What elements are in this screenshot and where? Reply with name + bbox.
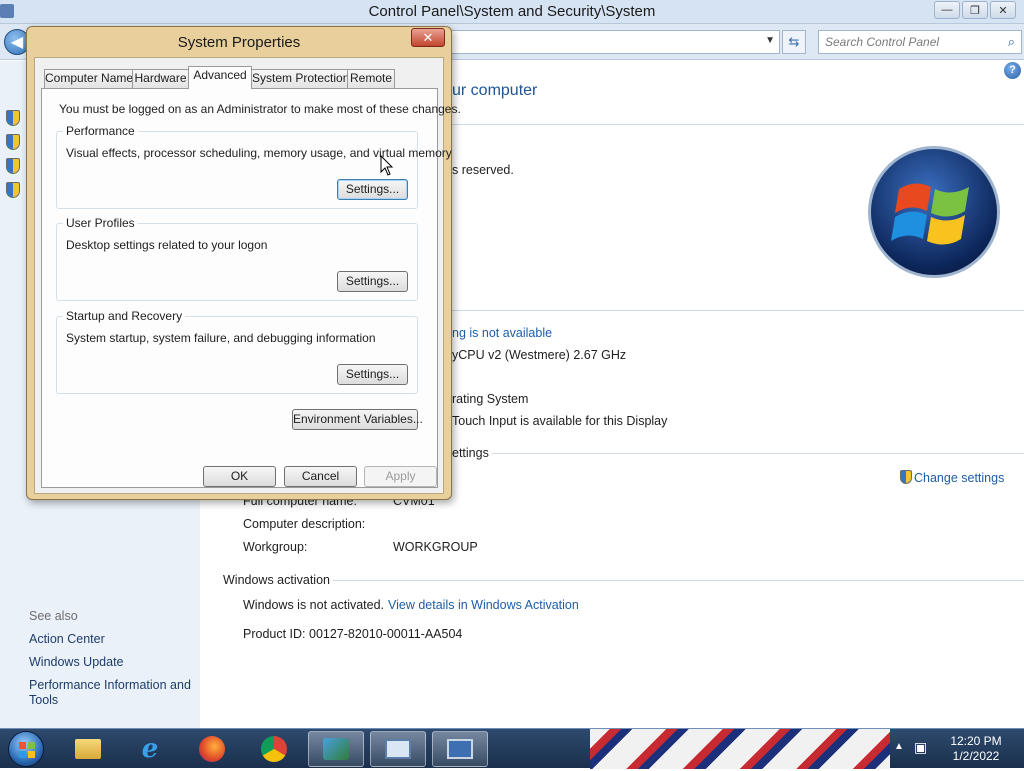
- control-panel-titlebar: Control Panel\System and Security\System…: [0, 0, 1024, 24]
- divider: [333, 580, 1024, 581]
- advanced-tab-panel: You must be logged on as an Administrato…: [41, 88, 461, 488]
- link-windows-update[interactable]: Windows Update: [29, 655, 124, 669]
- user-profiles-settings-button[interactable]: Settings...: [337, 271, 408, 292]
- link-performance-info-tools[interactable]: Tools: [29, 693, 58, 707]
- taskbar-chrome[interactable]: [246, 731, 302, 767]
- startup-recovery-desc: System startup, system failure, and debu…: [66, 331, 376, 345]
- ok-button[interactable]: OK: [203, 466, 276, 487]
- section-computer-name: ettings: [452, 446, 489, 460]
- startup-recovery-group: Startup and Recovery System startup, sys…: [56, 309, 418, 394]
- folder-icon: [75, 739, 101, 759]
- link-action-center[interactable]: Action Center: [29, 632, 105, 646]
- control-panel-icon: [323, 738, 349, 760]
- shield-icon: [6, 182, 20, 198]
- computer-icon: [447, 739, 473, 759]
- refresh-button[interactable]: ⇆: [782, 30, 806, 54]
- monitor-icon: [385, 739, 411, 759]
- user-profiles-title: User Profiles: [63, 216, 138, 230]
- dialog-title: System Properties: [177, 34, 301, 51]
- refresh-icon: ⇆: [788, 34, 800, 49]
- divider: [452, 124, 1024, 125]
- taskbar-app-monitor[interactable]: [370, 731, 426, 767]
- system-type-value: rating System: [452, 392, 529, 406]
- clock-time: 12:20 PM: [950, 734, 1002, 748]
- performance-group: Performance Visual effects, processor sc…: [56, 124, 452, 209]
- shield-icon: [6, 110, 20, 126]
- section-windows-activation: Windows activation: [223, 573, 330, 587]
- address-field[interactable]: ▼: [440, 30, 780, 54]
- taskbar-explorer[interactable]: [60, 731, 116, 767]
- divider: [452, 310, 1024, 311]
- clock-date: 1/2/2022: [952, 749, 1000, 763]
- show-hidden-icons-icon[interactable]: ▲: [894, 741, 904, 752]
- performance-title: Performance: [63, 124, 138, 138]
- taskbar-firefox[interactable]: [184, 731, 240, 767]
- network-icon[interactable]: ▣: [914, 739, 932, 757]
- taskbar-control-panel[interactable]: [308, 731, 364, 767]
- taskbar: e ▲ ▣ 12:20 PM 1/2/2022: [0, 728, 1024, 769]
- taskbar-system-properties[interactable]: [432, 731, 488, 767]
- mouse-cursor-icon: [380, 155, 394, 176]
- system-properties-dialog: System Properties ✕ Computer Name Hardwa…: [26, 26, 461, 500]
- maximize-button[interactable]: ❐: [962, 1, 988, 19]
- page-heading: ur computer: [452, 82, 538, 99]
- window-title: Control Panel\System and Security\System: [368, 3, 656, 20]
- activation-status: Windows is not activated.: [243, 598, 385, 612]
- performance-settings-button[interactable]: Settings...: [337, 179, 408, 200]
- search-input[interactable]: Search Control Panel ⌕: [818, 30, 1022, 54]
- windows-flag-icon: [891, 183, 969, 245]
- tab-hardware[interactable]: Hardware: [132, 69, 189, 88]
- minimize-button[interactable]: —: [934, 1, 960, 19]
- shield-icon: [6, 134, 20, 150]
- divider: [492, 453, 1024, 454]
- tab-computer-name[interactable]: Computer Name: [44, 69, 133, 88]
- tab-system-protection[interactable]: System Protection: [251, 69, 349, 88]
- tab-remote[interactable]: Remote: [347, 69, 395, 88]
- tab-advanced[interactable]: Advanced: [188, 66, 252, 89]
- firefox-icon: [199, 736, 225, 762]
- shield-icon: [900, 470, 912, 484]
- workgroup-value: WORKGROUP: [393, 540, 478, 554]
- window-controls: — ❐ ✕: [934, 1, 1016, 19]
- environment-variables-button[interactable]: Environment Variables...: [292, 409, 423, 430]
- startup-recovery-settings-button[interactable]: Settings...: [337, 364, 408, 385]
- product-id: Product ID: 00127-82010-00011-AA504: [243, 627, 463, 641]
- link-performance-info[interactable]: Performance Information and: [29, 678, 191, 692]
- taskbar-internet-explorer[interactable]: e: [122, 731, 178, 767]
- windows-start-icon: [19, 742, 35, 758]
- user-profiles-desc: Desktop settings related to your logon: [66, 238, 268, 252]
- change-settings-label: Change settings: [914, 471, 1005, 485]
- see-also-heading: See also: [29, 609, 78, 623]
- help-icon[interactable]: ?: [1004, 62, 1021, 79]
- user-profiles-group: User Profiles Desktop settings related t…: [56, 216, 418, 301]
- apply-button[interactable]: Apply: [364, 466, 437, 487]
- cancel-button[interactable]: Cancel: [284, 466, 357, 487]
- search-placeholder: Search Control Panel: [825, 35, 940, 49]
- startup-recovery-title: Startup and Recovery: [63, 309, 186, 323]
- chevron-down-icon[interactable]: ▼: [765, 35, 775, 46]
- search-icon[interactable]: ⌕: [1008, 34, 1015, 50]
- activation-details-link[interactable]: View details in Windows Activation: [388, 598, 579, 612]
- windows-logo: [868, 146, 1000, 278]
- dialog-body: Computer Name Hardware Advanced System P…: [34, 57, 461, 494]
- pen-touch-value: Touch Input is available for this Displa…: [452, 414, 668, 428]
- copyright-text: s reserved.: [452, 163, 514, 177]
- close-window-button[interactable]: ✕: [990, 1, 1016, 19]
- internet-explorer-icon: e: [141, 734, 159, 764]
- start-button[interactable]: [8, 731, 44, 767]
- change-settings-link[interactable]: Change settings: [900, 470, 1004, 485]
- admin-note: You must be logged on as an Administrato…: [59, 102, 461, 116]
- rating-link[interactable]: ng is not available: [452, 326, 552, 340]
- shield-icon: [6, 158, 20, 174]
- taskbar-clock[interactable]: 12:20 PM 1/2/2022: [936, 734, 1016, 764]
- computer-description-label: Computer description:: [243, 517, 366, 531]
- chrome-icon: [261, 736, 287, 762]
- dialog-close-button[interactable]: ✕: [411, 28, 445, 47]
- back-arrow-icon: ◀: [10, 34, 24, 51]
- processor-value: yCPU v2 (Westmere) 2.67 GHz: [452, 348, 627, 362]
- workgroup-label: Workgroup:: [243, 540, 308, 554]
- wallpaper-decoration: [590, 729, 890, 769]
